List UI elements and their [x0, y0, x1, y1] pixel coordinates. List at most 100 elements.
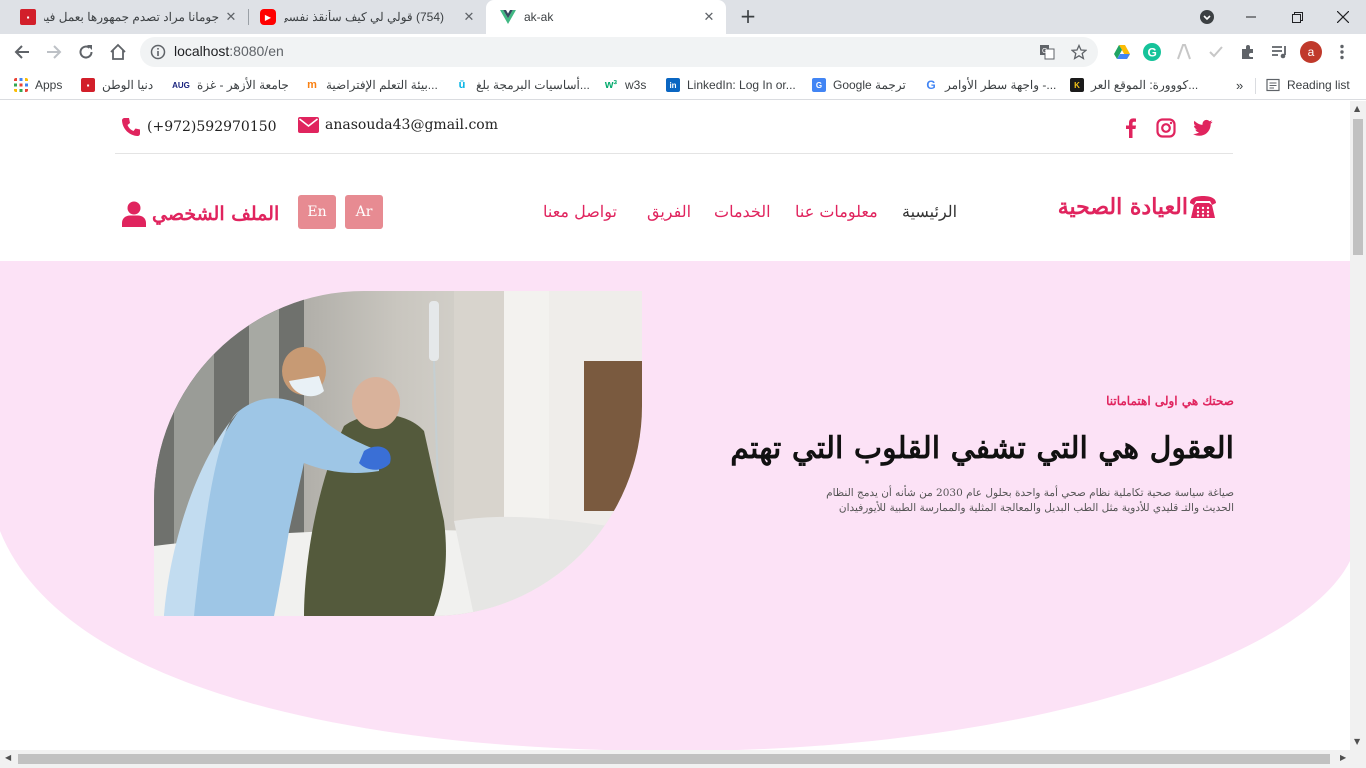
kooora-icon: K — [1070, 78, 1084, 92]
hero-tagline: صحتك هي اولى اهتماماتنا — [1106, 394, 1234, 408]
bookmark-linkedin[interactable]: in LinkedIn: Log In or... — [666, 76, 796, 94]
drive-extension[interactable] — [1112, 42, 1132, 62]
bookmark-google[interactable]: G واجهة سطر الأوامر -... — [924, 76, 1056, 94]
reload-icon — [79, 45, 93, 59]
bookmark-divider — [1255, 78, 1256, 94]
hero-description: صياغة سياسة صحية تكاملية نظام صحي أمة وا… — [826, 487, 1234, 514]
lang-en-button[interactable]: En — [298, 195, 336, 229]
minimize-icon — [1246, 16, 1256, 18]
menu-button[interactable] — [1332, 42, 1352, 62]
scrollbar-thumb[interactable] — [1353, 119, 1363, 255]
media-queue-icon — [1272, 46, 1286, 59]
hero-section: صحتك هي اولى اهتماماتنا العقول هي التي ت… — [0, 261, 1350, 750]
profile-link[interactable]: الملف الشخصي — [122, 201, 279, 227]
chevron-down-icon — [1200, 10, 1214, 24]
google-drive-icon — [1114, 45, 1130, 59]
info-icon[interactable] — [150, 44, 166, 60]
home-button[interactable] — [106, 40, 130, 64]
translate-button[interactable]: G — [1037, 42, 1057, 62]
close-icon — [1337, 11, 1349, 23]
nav-team[interactable]: الفريق — [647, 202, 691, 221]
scroll-right-icon[interactable]: ▶ — [1340, 753, 1346, 762]
moodle-icon: m — [307, 79, 317, 91]
tab-search-button[interactable] — [1184, 0, 1230, 34]
youtube-icon: ▶ — [260, 9, 276, 25]
close-icon[interactable]: ✕ — [224, 10, 238, 24]
bookmark-star-button[interactable] — [1069, 42, 1089, 62]
lang-ar-button[interactable]: Ar — [345, 195, 383, 229]
reading-list-button[interactable]: Reading list — [1266, 76, 1350, 94]
extension-a[interactable] — [1174, 42, 1194, 62]
puzzle-icon — [1242, 45, 1253, 59]
envelope-icon — [298, 117, 319, 133]
svg-text:G: G — [1148, 46, 1157, 60]
new-tab-button[interactable]: + — [738, 6, 758, 26]
azhar-icon: AUG — [172, 80, 190, 90]
tab-youtube[interactable]: ▶ (754) قولي لي كيف سأنقذ نفسي ✕ — [248, 0, 486, 34]
tab-active[interactable]: ak-ak ✕ — [486, 0, 726, 34]
instagram-icon[interactable] — [1156, 118, 1176, 138]
address-bar[interactable]: localhost:8080/en G — [140, 37, 1098, 67]
dunya-watan-icon: ▪ — [81, 78, 95, 92]
horizontal-scrollbar[interactable]: ◀ ▶ — [0, 750, 1366, 768]
profile-avatar[interactable]: a — [1300, 41, 1322, 63]
nav-services[interactable]: الخدمات — [714, 202, 771, 221]
page-viewport: (+972)592970150 anasouda43@gmail.com الع… — [0, 101, 1350, 750]
back-button[interactable] — [10, 40, 34, 64]
facebook-icon[interactable] — [1121, 118, 1141, 138]
twitter-icon[interactable] — [1193, 118, 1213, 138]
close-window-button[interactable] — [1320, 0, 1366, 34]
media-button[interactable] — [1270, 42, 1290, 62]
translate-icon: G — [1040, 45, 1055, 60]
reload-button[interactable] — [74, 40, 98, 64]
tab-news[interactable]: ▪ جومانا مراد تصدم جمهورها بعمل فيديو ✕ — [8, 0, 248, 34]
bookmark-w3s[interactable]: w³ w3s — [604, 76, 646, 94]
grammarly-extension[interactable]: G — [1142, 42, 1162, 62]
nav-home[interactable]: الرئيسية — [902, 202, 957, 221]
extensions-button[interactable] — [1238, 42, 1258, 62]
main-navbar: العيادة الصحية الرئيسية معلومات عنا الخد… — [0, 154, 1350, 261]
bookmarks-bar: Apps ▪ دنيا الوطن AUG جامعة الأزهر - غزة… — [0, 70, 1366, 100]
bookmark-udacity[interactable]: ū أساسيات البرمجة بلغ... — [455, 76, 590, 94]
scrollbar-thumb[interactable] — [18, 754, 1330, 764]
scroll-left-icon[interactable]: ◀ — [5, 753, 11, 762]
bookmark-kooora[interactable]: K كووورة: الموقع العر... — [1070, 76, 1198, 94]
forward-button[interactable] — [42, 40, 66, 64]
w3schools-icon: w³ — [604, 79, 618, 91]
browser-toolbar: localhost:8080/en G G a — [0, 34, 1366, 70]
close-icon[interactable]: ✕ — [462, 10, 476, 24]
more-bookmarks-button[interactable]: » — [1236, 76, 1243, 94]
minimize-button[interactable] — [1228, 0, 1274, 34]
clinic-phone-icon — [1190, 196, 1216, 218]
bookmark-apps[interactable]: Apps — [14, 76, 62, 94]
bookmark-azhar[interactable]: AUG جامعة الأزهر - غزة — [172, 76, 289, 94]
extension-check[interactable] — [1206, 42, 1226, 62]
bookmark-moodle[interactable]: m بيئة التعلم الإفتراضية... — [305, 76, 438, 94]
phone-contact[interactable]: (+972)592970150 — [121, 117, 277, 137]
dunya-watan-icon: ▪ — [20, 9, 36, 25]
tab-bar: ▪ جومانا مراد تصدم جمهورها بعمل فيديو ✕ … — [0, 0, 1366, 34]
star-icon — [1071, 44, 1087, 60]
bookmark-dunya-watan[interactable]: ▪ دنيا الوطن — [81, 76, 153, 94]
close-icon[interactable]: ✕ — [702, 10, 716, 24]
maximize-button[interactable] — [1274, 0, 1320, 34]
restore-icon — [1291, 11, 1303, 23]
url-text: localhost:8080/en — [174, 43, 284, 59]
nav-about[interactable]: معلومات عنا — [795, 202, 878, 221]
kebab-menu-icon — [1340, 44, 1344, 60]
vue-icon — [500, 10, 516, 24]
email-contact[interactable]: anasouda43@gmail.com — [298, 117, 498, 133]
linkedin-icon: in — [666, 78, 680, 92]
nav-contact[interactable]: تواصل معنا — [543, 202, 617, 221]
vertical-scrollbar[interactable]: ▲ ▼ — [1350, 101, 1366, 750]
scroll-up-icon[interactable]: ▲ — [1354, 104, 1362, 113]
apps-grid-icon — [14, 78, 28, 92]
google-translate-icon: G — [812, 78, 826, 92]
home-icon — [110, 43, 126, 60]
phone-icon — [122, 118, 140, 136]
top-info-bar: (+972)592970150 anasouda43@gmail.com — [115, 101, 1233, 154]
site-logo[interactable]: العيادة الصحية — [1058, 194, 1218, 220]
scroll-down-icon[interactable]: ▼ — [1354, 737, 1362, 746]
arrow-left-icon — [14, 45, 29, 59]
bookmark-google-translate[interactable]: G Google ترجمة — [812, 76, 906, 94]
